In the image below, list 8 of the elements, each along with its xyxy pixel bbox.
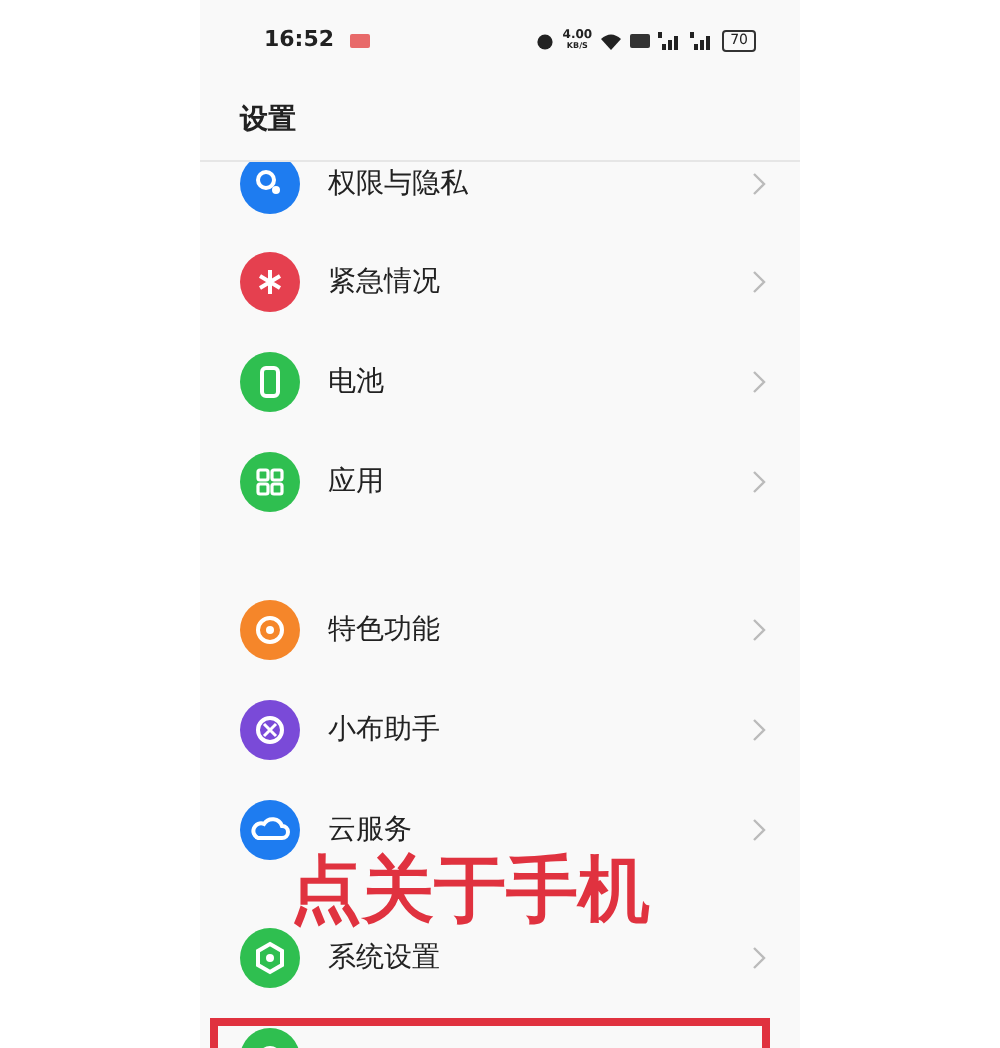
settings-item[interactable]: 应用 — [200, 432, 800, 532]
settings-item[interactable]: 权限与隐私 — [200, 162, 800, 232]
settings-item[interactable]: 特色功能 — [200, 580, 800, 680]
settings-item[interactable]: 紧急情况 — [200, 232, 800, 332]
settings-item[interactable]: 电池 — [200, 332, 800, 432]
settings-item[interactable]: 小布助手 — [200, 680, 800, 780]
annotation-text: 点关于手机 — [290, 852, 650, 932]
status-time: 16:52 — [264, 23, 335, 56]
